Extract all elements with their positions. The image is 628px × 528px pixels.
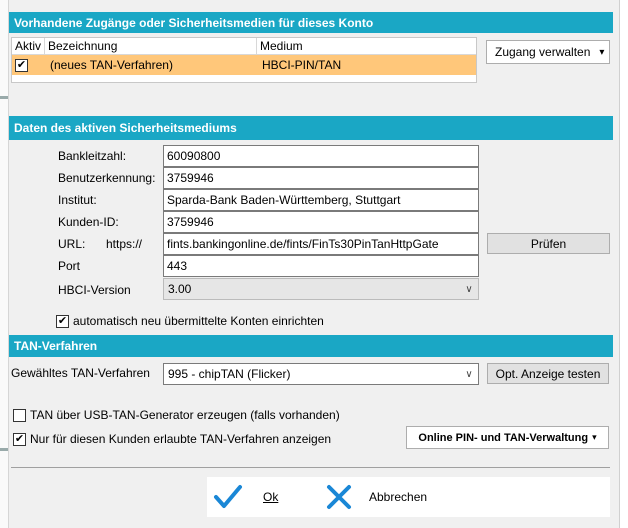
usb-generator-label: TAN über USB-TAN-Generator erzeugen (fal…: [30, 408, 340, 422]
user-id-label: Benutzerkennung:: [58, 171, 156, 185]
accounts-list-header: Aktiv Bezeichnung Medium: [12, 38, 476, 55]
url-field[interactable]: fints.bankingonline.de/fints/FinTs30PinT…: [163, 233, 479, 255]
tan-section-title: TAN-Verfahren: [14, 339, 98, 353]
auto-setup-option[interactable]: ✔ automatisch neu übermittelte Konten ei…: [56, 314, 324, 328]
close-icon: [327, 485, 351, 509]
row-active-cell: ✔: [12, 58, 45, 73]
online-admin-button[interactable]: Online PIN- und TAN-Verwaltung ▾: [406, 426, 609, 449]
right-background-strip: [619, 0, 628, 528]
check-icon: ✔: [16, 59, 27, 72]
accounts-section-title: Vorhandene Zugänge oder Sicherheitsmedie…: [14, 15, 374, 30]
test-display-label: Opt. Anzeige testen: [495, 366, 601, 381]
left-background-strip: [0, 0, 9, 528]
row-medium-cell: HBCI-PIN/TAN: [262, 58, 342, 72]
row-name-cell: (neues TAN-Verfahren): [50, 58, 173, 72]
dialog-footer: Ok Abbrechen: [207, 477, 610, 517]
only-allowed-option[interactable]: ✔ Nur für diesen Kunden erlaubte TAN-Ver…: [13, 432, 331, 446]
check-icon: ✔: [57, 314, 68, 327]
table-row[interactable]: ✔ (neues TAN-Verfahren) HBCI-PIN/TAN: [12, 55, 476, 75]
institute-field[interactable]: Sparda-Bank Baden-Württemberg, Stuttgart: [163, 189, 479, 211]
column-header-name[interactable]: Bezeichnung: [45, 38, 257, 54]
tan-method-select[interactable]: 995 - chipTAN (Flicker) ∨: [163, 363, 479, 385]
ok-label: Ok: [263, 490, 279, 504]
institute-label: Institut:: [58, 193, 97, 207]
medium-section-header: Daten des aktiven Sicherheitsmediums: [9, 116, 613, 140]
hbci-version-select[interactable]: 3.00 ∨: [163, 278, 479, 300]
auto-setup-label: automatisch neu übermittelte Konten einr…: [73, 314, 324, 328]
user-id-field[interactable]: 3759946: [163, 167, 479, 189]
manage-access-label: Zugang verwalten: [495, 45, 591, 59]
check-icon: ✔: [14, 432, 25, 445]
cancel-label: Abbrechen: [369, 490, 428, 504]
tan-section-header: TAN-Verfahren: [9, 335, 613, 357]
usb-generator-option[interactable]: TAN über USB-TAN-Generator erzeugen (fal…: [13, 408, 340, 422]
url-label: URL:: [58, 237, 86, 251]
hbci-version-value: 3.00: [168, 282, 192, 296]
customer-id-field[interactable]: 3759946: [163, 211, 479, 233]
row-active-checkbox[interactable]: ✔: [15, 59, 28, 73]
accounts-section-header: Vorhandene Zugänge oder Sicherheitsmedie…: [9, 12, 613, 33]
only-allowed-label: Nur für diesen Kunden erlaubte TAN-Verfa…: [30, 432, 332, 446]
strip-marker: [0, 96, 8, 99]
bank-code-field[interactable]: 60090800: [163, 145, 479, 167]
chevron-down-icon: ▾: [599, 46, 605, 58]
test-display-button[interactable]: Opt. Anzeige testen: [487, 363, 609, 384]
online-admin-label: Online PIN- und TAN-Verwaltung: [418, 431, 589, 444]
url-prefix: https://: [106, 237, 143, 251]
hbci-version-label: HBCI-Version: [58, 283, 131, 297]
medium-section-title: Daten des aktiven Sicherheitsmediums: [14, 121, 237, 135]
tan-method-label: Gewähltes TAN-Verfahren: [11, 366, 150, 380]
usb-generator-checkbox[interactable]: [13, 408, 26, 422]
accounts-list[interactable]: Aktiv Bezeichnung Medium ✔ (neues TAN-Ve…: [11, 37, 477, 83]
check-url-button[interactable]: Prüfen: [487, 233, 610, 254]
footer-divider: [11, 467, 610, 468]
column-header-active[interactable]: Aktiv: [12, 38, 45, 54]
bank-code-label: Bankleitzahl:: [58, 149, 127, 163]
chevron-down-icon: ∨: [465, 368, 473, 380]
chevron-down-icon: ▾: [592, 432, 597, 442]
chevron-down-icon: ∨: [465, 283, 473, 295]
checkmark-icon: [214, 485, 242, 508]
port-field[interactable]: 443: [163, 255, 479, 277]
strip-marker: [0, 448, 8, 451]
tan-method-value: 995 - chipTAN (Flicker): [168, 367, 291, 381]
auto-setup-checkbox[interactable]: ✔: [56, 314, 69, 328]
cancel-button[interactable]: Abbrechen: [325, 481, 427, 513]
only-allowed-checkbox[interactable]: ✔: [13, 432, 26, 446]
customer-id-label: Kunden-ID:: [58, 215, 119, 229]
column-header-medium[interactable]: Medium: [257, 38, 476, 54]
check-url-label: Prüfen: [530, 236, 567, 251]
port-label: Port: [58, 259, 81, 273]
ok-button[interactable]: Ok: [213, 481, 278, 513]
manage-access-button[interactable]: Zugang verwalten ▾: [486, 40, 610, 64]
